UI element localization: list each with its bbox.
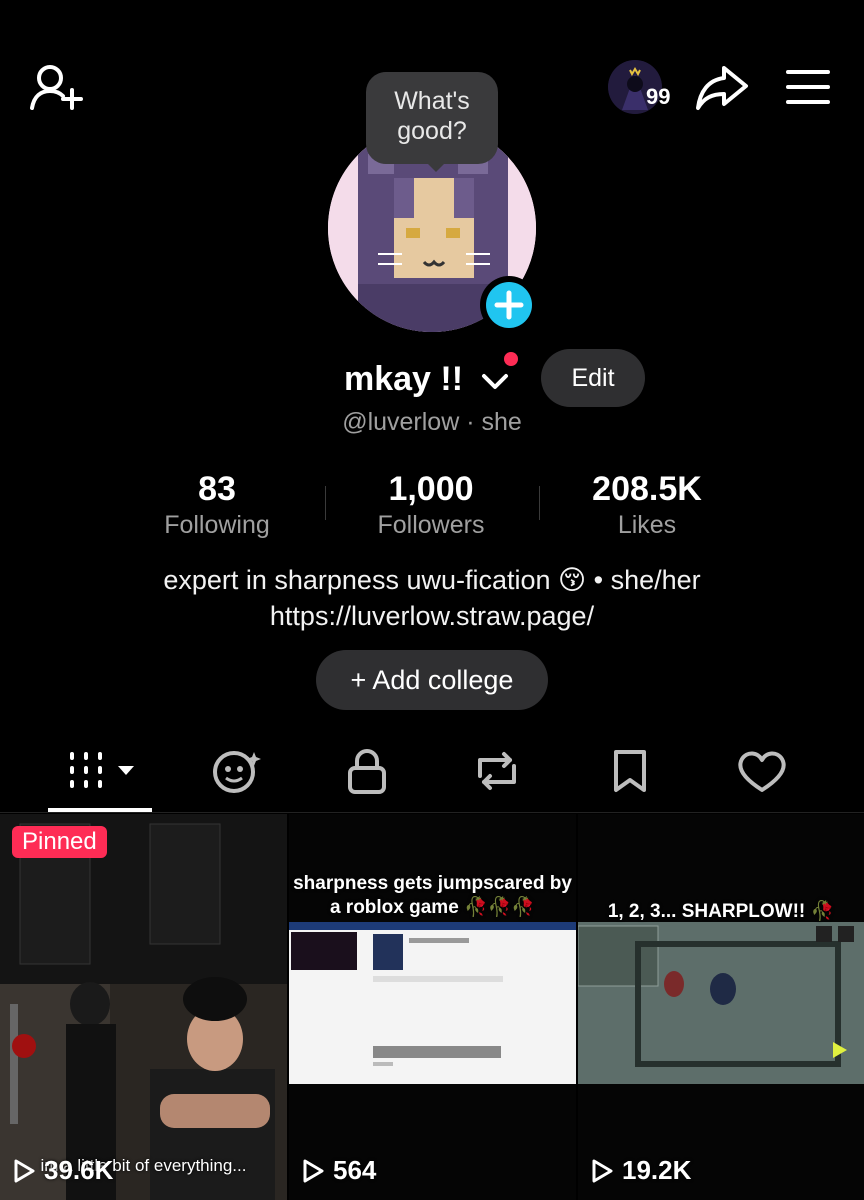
video-caption: 1, 2, 3... SHARPLOW!! 🥀 xyxy=(607,901,835,922)
video-thumbnail[interactable]: sharpness gets jumpscared by a roblox ga… xyxy=(289,814,576,1200)
stat-value: 83 xyxy=(198,470,236,508)
reposts-face-icon xyxy=(213,751,261,793)
view-count: 39.6K xyxy=(12,1155,113,1186)
tab-private[interactable] xyxy=(336,746,400,796)
view-count-value: 19.2K xyxy=(622,1155,692,1185)
heart-icon xyxy=(738,751,786,792)
stat-following[interactable]: 83 Following xyxy=(117,470,317,542)
divider xyxy=(325,486,326,520)
stat-value: 1,000 xyxy=(388,470,474,508)
video-preview xyxy=(0,814,287,1200)
edit-profile-button[interactable]: Edit xyxy=(541,349,645,407)
stat-followers[interactable]: 1,000 Followers xyxy=(331,470,531,542)
view-count-value: 39.6K xyxy=(44,1155,114,1185)
stat-value: 208.5K xyxy=(592,470,702,508)
tab-reposts[interactable] xyxy=(206,746,270,796)
tab-videos[interactable] xyxy=(66,746,138,796)
pinned-badge: Pinned xyxy=(12,826,107,858)
stat-label: Likes xyxy=(617,511,677,539)
bio-text: expert in sharpness uwu-fication 😚 • she… xyxy=(163,565,701,595)
play-icon xyxy=(592,1159,613,1182)
add-college-button[interactable]: + Add college xyxy=(316,650,548,710)
bio: expert in sharpness uwu-fication 😚 • she… xyxy=(0,562,864,634)
tab-liked[interactable] xyxy=(730,746,794,796)
stat-likes[interactable]: 208.5K Likes xyxy=(547,470,747,542)
stat-label: Followers xyxy=(377,511,485,539)
view-count: 19.2K xyxy=(590,1155,691,1186)
view-count: 564 xyxy=(301,1155,376,1186)
video-caption: sharpness gets jumpscared by a roblox ga… xyxy=(293,873,572,918)
tooltip-tail xyxy=(424,160,448,172)
status-tooltip[interactable]: What's good? xyxy=(366,72,498,164)
username-handle: @luverlow · she xyxy=(342,408,522,436)
repost-icon xyxy=(478,752,516,790)
menu-icon[interactable] xyxy=(784,66,832,108)
plus-icon[interactable] xyxy=(486,282,532,328)
video-preview xyxy=(578,814,864,1200)
display-name[interactable]: mkay !! xyxy=(344,360,463,399)
grid-icon xyxy=(70,752,134,788)
divider xyxy=(539,486,540,520)
chevron-down-icon[interactable] xyxy=(480,366,510,396)
bio-link[interactable]: https://luverlow.straw.page/ xyxy=(0,598,864,634)
video-thumbnail[interactable]: Pinned im a little bit of everything... … xyxy=(0,814,287,1200)
view-count-value: 564 xyxy=(333,1155,377,1185)
notification-count: 99 xyxy=(646,84,671,109)
bookmark-icon xyxy=(614,750,646,792)
stat-label: Following xyxy=(164,511,270,539)
add-friend-icon[interactable] xyxy=(28,62,84,114)
video-thumbnail[interactable]: 1, 2, 3... SHARPLOW!! 🥀 19.2K xyxy=(578,814,864,1200)
notification-dot xyxy=(504,352,518,366)
share-icon[interactable] xyxy=(694,62,750,112)
play-icon xyxy=(14,1159,35,1182)
play-icon xyxy=(303,1159,324,1182)
lock-icon xyxy=(348,749,386,794)
tab-reposted[interactable] xyxy=(466,746,530,796)
tab-favorites[interactable] xyxy=(598,746,662,796)
divider xyxy=(0,812,864,813)
